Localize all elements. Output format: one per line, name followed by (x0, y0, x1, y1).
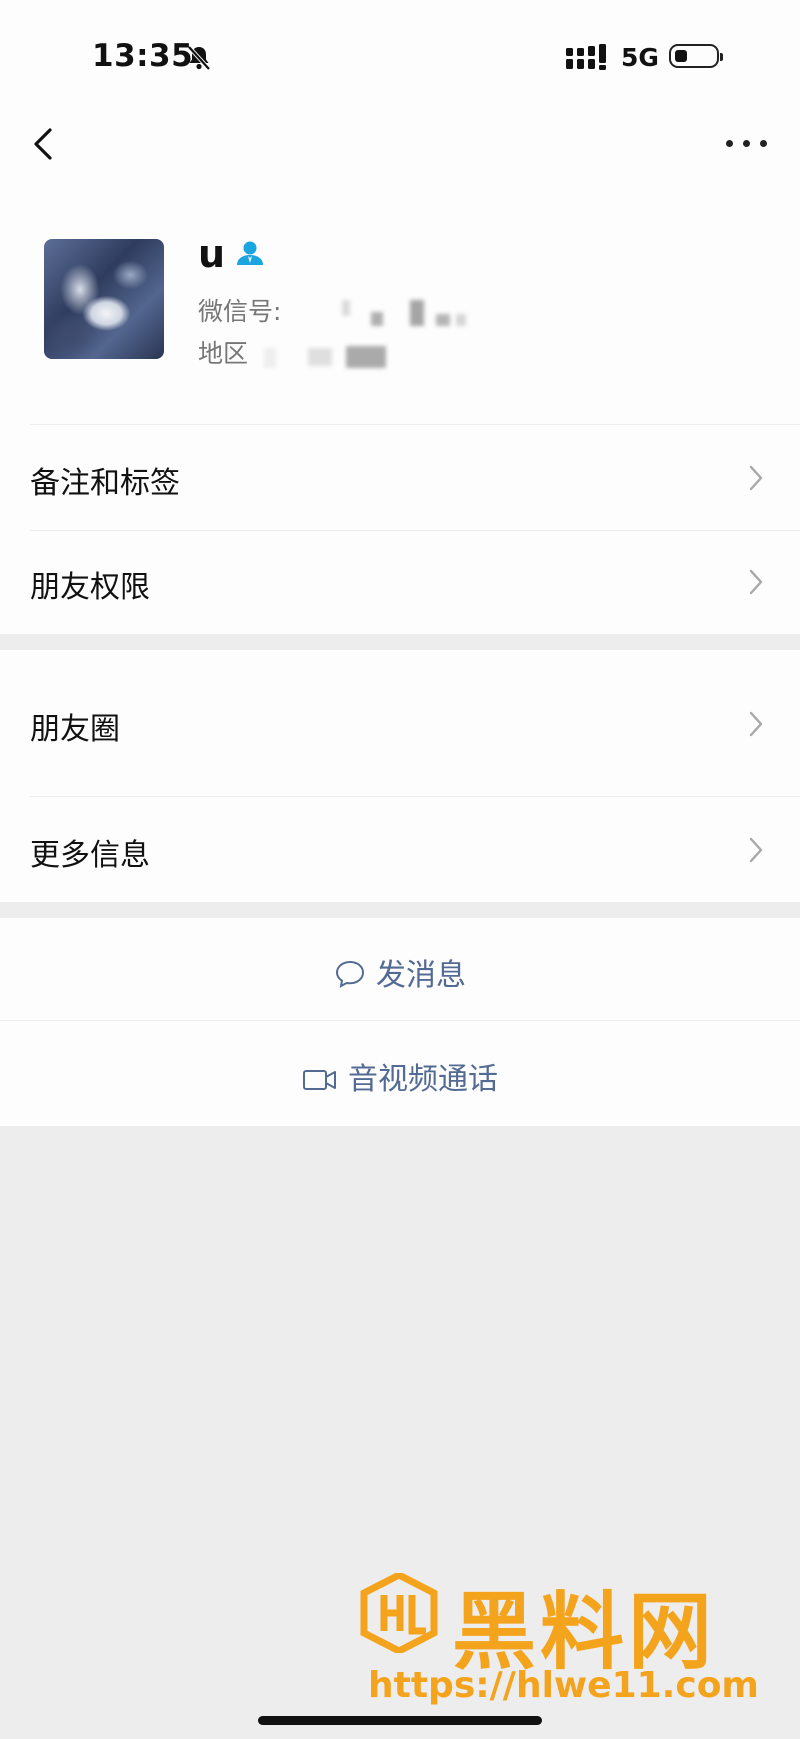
menu-item-moments[interactable]: 朋友圈 (0, 672, 800, 776)
menu-item-label: 朋友圈 (30, 712, 120, 747)
section-gap (0, 634, 800, 650)
chat-bubble-icon (335, 960, 365, 988)
chevron-right-icon (749, 569, 763, 595)
profile-page: 13:35 5G u 微信号: 地区 备注和标签 朋友权限 朋友圈 更多信息 发… (0, 0, 800, 1126)
divider (0, 1020, 800, 1021)
chevron-right-icon (749, 465, 763, 491)
divider (30, 424, 800, 425)
send-message-label: 发消息 (376, 958, 466, 993)
chevron-right-icon (749, 711, 763, 737)
menu-item-label: 备注和标签 (30, 466, 180, 501)
signal-bars-icon (566, 44, 606, 70)
profile-name: u (198, 232, 226, 276)
wechat-id-label: 微信号: (198, 297, 282, 326)
av-call-label: 音视频通话 (348, 1062, 498, 1097)
network-type: 5G (621, 43, 659, 72)
ellipsis-icon[interactable] (724, 128, 770, 158)
av-call-button[interactable]: 音视频通话 (0, 1022, 800, 1126)
menu-item-friend-permissions[interactable]: 朋友权限 (0, 530, 800, 634)
region-label: 地区 (198, 339, 249, 368)
bell-slash-icon (187, 45, 211, 71)
chevron-right-icon (749, 837, 763, 863)
avatar[interactable] (44, 239, 164, 359)
menu-item-remarks-tags[interactable]: 备注和标签 (0, 426, 800, 530)
watermark-url: https://hlwe11.com (368, 1665, 759, 1706)
home-indicator (258, 1716, 542, 1725)
chevron-left-icon[interactable] (28, 124, 62, 164)
section-gap (0, 902, 800, 918)
send-message-button[interactable]: 发消息 (0, 918, 800, 1022)
person-icon (237, 241, 263, 265)
menu-item-label: 更多信息 (30, 838, 150, 873)
menu-item-label: 朋友权限 (30, 570, 150, 605)
status-time: 13:35 (92, 38, 194, 74)
video-camera-icon (303, 1070, 336, 1090)
watermark-logo-icon (360, 1573, 438, 1653)
menu-item-more-info[interactable]: 更多信息 (0, 798, 800, 902)
divider (30, 796, 800, 797)
battery-icon (669, 44, 723, 68)
